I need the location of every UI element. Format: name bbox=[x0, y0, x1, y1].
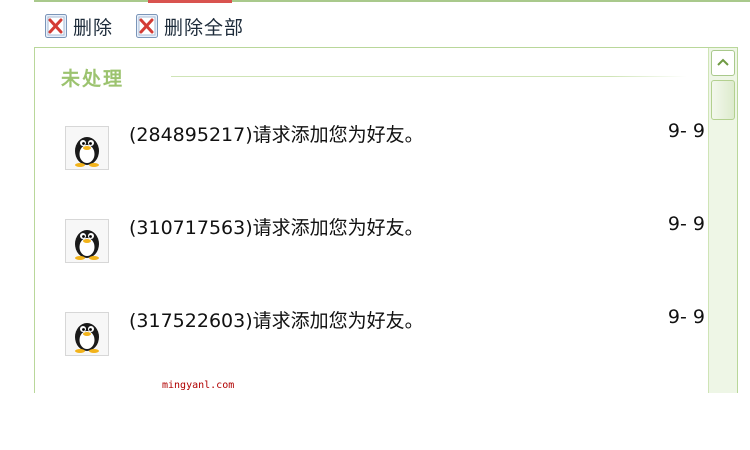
section-divider bbox=[171, 76, 687, 77]
top-border-line bbox=[34, 0, 750, 2]
request-date: 9- 9 bbox=[667, 306, 705, 328]
request-date: 9- 9 bbox=[667, 213, 705, 235]
delete-label: 删除 bbox=[73, 16, 114, 39]
section-header: 未处理 bbox=[61, 64, 124, 91]
watermark: mingyanl.com bbox=[162, 380, 235, 391]
delete-icon bbox=[44, 13, 68, 39]
scroll-up-button[interactable] bbox=[711, 50, 735, 76]
list-item[interactable]: (317522603)请求添加您为好友。 9- 9 bbox=[65, 306, 705, 356]
penguin-avatar-icon bbox=[65, 312, 109, 356]
toolbar: 删除 删除全部 bbox=[34, 5, 750, 47]
request-message: (310717563)请求添加您为好友。 bbox=[129, 217, 424, 239]
delete-all-button[interactable]: 删除全部 bbox=[135, 13, 244, 40]
delete-button[interactable]: 删除 bbox=[44, 13, 113, 40]
request-message: (284895217)请求添加您为好友。 bbox=[129, 124, 424, 146]
vertical-scrollbar[interactable] bbox=[708, 48, 737, 393]
penguin-avatar-icon bbox=[65, 219, 109, 263]
section-title: 未处理 bbox=[61, 68, 125, 90]
request-date: 9- 9 bbox=[667, 120, 705, 142]
active-tab-accent bbox=[148, 0, 232, 3]
delete-all-label: 删除全部 bbox=[164, 16, 245, 39]
message-panel: 未处理 (284895217)请求添加您为好友。 9- 9 (310717563… bbox=[34, 47, 738, 393]
chevron-up-icon bbox=[717, 58, 729, 66]
penguin-avatar-icon bbox=[65, 126, 109, 170]
scroll-thumb[interactable] bbox=[711, 80, 735, 120]
list-item[interactable]: (310717563)请求添加您为好友。 9- 9 bbox=[65, 213, 705, 263]
delete-all-icon bbox=[135, 13, 159, 39]
list-item[interactable]: (284895217)请求添加您为好友。 9- 9 bbox=[65, 120, 705, 170]
request-message: (317522603)请求添加您为好友。 bbox=[129, 310, 424, 332]
